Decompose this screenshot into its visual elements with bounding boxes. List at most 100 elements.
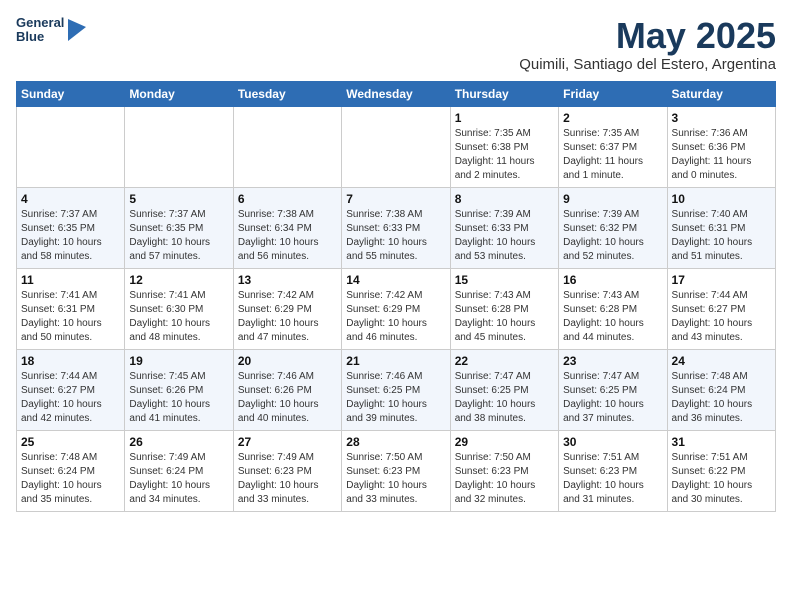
header-wednesday: Wednesday xyxy=(342,81,450,106)
day-info: Sunrise: 7:45 AM Sunset: 6:26 PM Dayligh… xyxy=(129,370,228,426)
cell-1-3 xyxy=(233,106,341,187)
cell-4-1: 18Sunrise: 7:44 AM Sunset: 6:27 PM Dayli… xyxy=(17,349,125,430)
header-sunday: Sunday xyxy=(17,81,125,106)
cell-5-7: 31Sunrise: 7:51 AM Sunset: 6:22 PM Dayli… xyxy=(667,430,775,511)
week-row-5: 25 Sunrise: 7:48 AM Sunset: 6:24 PM Dayli… xyxy=(17,430,776,511)
cell-5-4: 28 Sunrise: 7:50 AM Sunset: 6:23 PM Dayli… xyxy=(342,430,450,511)
header-thursday: Thursday xyxy=(450,81,558,106)
day-info: Sunrise: 7:50 AM Sunset: 6:23 PM Dayligh… xyxy=(455,451,554,507)
day-info: Sunrise: 7:36 AM Sunset: 6:36 PM Dayligh… xyxy=(672,127,771,183)
cell-5-2: 26 Sunrise: 7:49 AM Sunset: 6:24 PM Dayli… xyxy=(125,430,233,511)
day-number: 8 xyxy=(455,192,554,206)
day-info: Sunrise: 7:38 AM Sunset: 6:34 PM Dayligh… xyxy=(238,208,337,264)
day-number: 2 xyxy=(563,111,662,125)
cell-2-3: 6 Sunrise: 7:38 AM Sunset: 6:34 PM Daylig… xyxy=(233,187,341,268)
cell-3-4: 14 Sunrise: 7:42 AM Sunset: 6:29 PM Dayli… xyxy=(342,268,450,349)
day-info: Sunrise: 7:49 AM Sunset: 6:23 PM Dayligh… xyxy=(238,451,337,507)
calendar-title: May 2025 xyxy=(519,16,776,56)
header-monday: Monday xyxy=(125,81,233,106)
day-info: Sunrise: 7:43 AM Sunset: 6:28 PM Dayligh… xyxy=(563,289,662,345)
cell-3-7: 17Sunrise: 7:44 AM Sunset: 6:27 PM Dayli… xyxy=(667,268,775,349)
day-number: 9 xyxy=(563,192,662,206)
day-number: 15 xyxy=(455,273,554,287)
cell-4-7: 24Sunrise: 7:48 AM Sunset: 6:24 PM Dayli… xyxy=(667,349,775,430)
day-info: Sunrise: 7:37 AM Sunset: 6:35 PM Dayligh… xyxy=(21,208,120,264)
day-number: 25 xyxy=(21,435,120,449)
day-number: 14 xyxy=(346,273,445,287)
day-info: Sunrise: 7:48 AM Sunset: 6:24 PM Dayligh… xyxy=(21,451,120,507)
day-number: 6 xyxy=(238,192,337,206)
day-number: 4 xyxy=(21,192,120,206)
cell-4-3: 20Sunrise: 7:46 AM Sunset: 6:26 PM Dayli… xyxy=(233,349,341,430)
day-info: Sunrise: 7:39 AM Sunset: 6:33 PM Dayligh… xyxy=(455,208,554,264)
day-info: Sunrise: 7:44 AM Sunset: 6:27 PM Dayligh… xyxy=(21,370,120,426)
cell-4-2: 19 Sunrise: 7:45 AM Sunset: 6:26 PM Dayli… xyxy=(125,349,233,430)
day-number: 1 xyxy=(455,111,554,125)
day-info: Sunrise: 7:35 AM Sunset: 6:38 PM Dayligh… xyxy=(455,127,554,183)
day-number: 22 xyxy=(455,354,554,368)
day-number: 21 xyxy=(346,354,445,368)
cell-5-5: 29Sunrise: 7:50 AM Sunset: 6:23 PM Dayli… xyxy=(450,430,558,511)
day-info: Sunrise: 7:47 AM Sunset: 6:25 PM Dayligh… xyxy=(563,370,662,426)
day-number: 5 xyxy=(129,192,228,206)
cell-2-2: 5 Sunrise: 7:37 AM Sunset: 6:35 PM Daylig… xyxy=(125,187,233,268)
day-number: 27 xyxy=(238,435,337,449)
cell-5-1: 25 Sunrise: 7:48 AM Sunset: 6:24 PM Dayli… xyxy=(17,430,125,511)
day-number: 16 xyxy=(563,273,662,287)
cell-5-6: 30 Sunrise: 7:51 AM Sunset: 6:23 PM Dayli… xyxy=(559,430,667,511)
week-row-1: 1 Sunrise: 7:35 AM Sunset: 6:38 PM Daylig… xyxy=(17,106,776,187)
logo-line1: General xyxy=(16,16,64,30)
header-row: SundayMondayTuesdayWednesdayThursdayFrid… xyxy=(17,81,776,106)
day-number: 23 xyxy=(563,354,662,368)
cell-3-6: 16 Sunrise: 7:43 AM Sunset: 6:28 PM Dayli… xyxy=(559,268,667,349)
day-info: Sunrise: 7:41 AM Sunset: 6:30 PM Dayligh… xyxy=(129,289,228,345)
cell-5-3: 27 Sunrise: 7:49 AM Sunset: 6:23 PM Dayli… xyxy=(233,430,341,511)
cell-2-6: 9Sunrise: 7:39 AM Sunset: 6:32 PM Daylig… xyxy=(559,187,667,268)
day-number: 10 xyxy=(672,192,771,206)
day-info: Sunrise: 7:47 AM Sunset: 6:25 PM Dayligh… xyxy=(455,370,554,426)
cell-1-2 xyxy=(125,106,233,187)
logo-line2: Blue xyxy=(16,30,64,44)
day-info: Sunrise: 7:44 AM Sunset: 6:27 PM Dayligh… xyxy=(672,289,771,345)
calendar-subtitle: Quimili, Santiago del Estero, Argentina xyxy=(519,56,776,73)
day-info: Sunrise: 7:41 AM Sunset: 6:31 PM Dayligh… xyxy=(21,289,120,345)
day-number: 30 xyxy=(563,435,662,449)
week-row-4: 18Sunrise: 7:44 AM Sunset: 6:27 PM Dayli… xyxy=(17,349,776,430)
day-number: 20 xyxy=(238,354,337,368)
day-info: Sunrise: 7:50 AM Sunset: 6:23 PM Dayligh… xyxy=(346,451,445,507)
day-info: Sunrise: 7:42 AM Sunset: 6:29 PM Dayligh… xyxy=(346,289,445,345)
cell-1-1 xyxy=(17,106,125,187)
day-number: 31 xyxy=(672,435,771,449)
header: General Blue May 2025 Quimili, Santiago … xyxy=(16,16,776,73)
day-info: Sunrise: 7:37 AM Sunset: 6:35 PM Dayligh… xyxy=(129,208,228,264)
cell-2-7: 10 Sunrise: 7:40 AM Sunset: 6:31 PM Dayli… xyxy=(667,187,775,268)
day-info: Sunrise: 7:51 AM Sunset: 6:23 PM Dayligh… xyxy=(563,451,662,507)
logo-text: General Blue xyxy=(16,16,64,45)
cell-1-4 xyxy=(342,106,450,187)
week-row-2: 4 Sunrise: 7:37 AM Sunset: 6:35 PM Daylig… xyxy=(17,187,776,268)
day-info: Sunrise: 7:46 AM Sunset: 6:25 PM Dayligh… xyxy=(346,370,445,426)
day-info: Sunrise: 7:40 AM Sunset: 6:31 PM Dayligh… xyxy=(672,208,771,264)
day-info: Sunrise: 7:43 AM Sunset: 6:28 PM Dayligh… xyxy=(455,289,554,345)
cell-2-5: 8 Sunrise: 7:39 AM Sunset: 6:33 PM Daylig… xyxy=(450,187,558,268)
header-friday: Friday xyxy=(559,81,667,106)
cell-1-5: 1 Sunrise: 7:35 AM Sunset: 6:38 PM Daylig… xyxy=(450,106,558,187)
day-info: Sunrise: 7:38 AM Sunset: 6:33 PM Dayligh… xyxy=(346,208,445,264)
cell-3-5: 15 Sunrise: 7:43 AM Sunset: 6:28 PM Dayli… xyxy=(450,268,558,349)
logo-icon xyxy=(68,19,86,41)
day-number: 11 xyxy=(21,273,120,287)
day-number: 19 xyxy=(129,354,228,368)
day-number: 26 xyxy=(129,435,228,449)
header-saturday: Saturday xyxy=(667,81,775,106)
week-row-3: 11 Sunrise: 7:41 AM Sunset: 6:31 PM Dayli… xyxy=(17,268,776,349)
day-number: 28 xyxy=(346,435,445,449)
cell-4-5: 22 Sunrise: 7:47 AM Sunset: 6:25 PM Dayli… xyxy=(450,349,558,430)
cell-2-1: 4 Sunrise: 7:37 AM Sunset: 6:35 PM Daylig… xyxy=(17,187,125,268)
day-info: Sunrise: 7:42 AM Sunset: 6:29 PM Dayligh… xyxy=(238,289,337,345)
day-info: Sunrise: 7:49 AM Sunset: 6:24 PM Dayligh… xyxy=(129,451,228,507)
cell-3-1: 11 Sunrise: 7:41 AM Sunset: 6:31 PM Dayli… xyxy=(17,268,125,349)
header-tuesday: Tuesday xyxy=(233,81,341,106)
day-number: 7 xyxy=(346,192,445,206)
day-info: Sunrise: 7:35 AM Sunset: 6:37 PM Dayligh… xyxy=(563,127,662,183)
cell-4-6: 23 Sunrise: 7:47 AM Sunset: 6:25 PM Dayli… xyxy=(559,349,667,430)
